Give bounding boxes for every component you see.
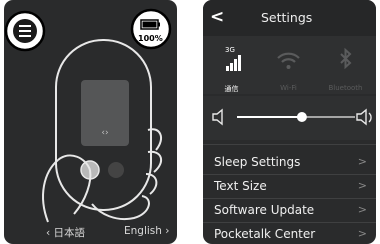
target-language-label: English: [124, 225, 162, 237]
page-title: Settings: [261, 10, 313, 25]
volume-low-icon: [212, 108, 223, 126]
target-language-button[interactable]: English ›: [124, 225, 169, 237]
divider: [203, 144, 376, 145]
source-language-label: 日本語: [53, 227, 86, 239]
cellular-label: 通信: [224, 85, 239, 93]
menu-item-label: Sleep Settings: [214, 155, 301, 169]
bluetooth-label: Bluetooth: [328, 84, 363, 92]
menu-item-pocketalk-center[interactable]: Pocketalk Center >: [203, 222, 376, 244]
volume-slider-knob: [296, 112, 307, 122]
battery-percent: 100%: [138, 34, 163, 43]
chevron-right-icon: >: [357, 227, 367, 240]
settings-screen: < Settings 3G 通信 Wi-Fi Bluetooth Sleep S…: [203, 0, 376, 244]
menu-item-sleep-settings[interactable]: Sleep Settings >: [203, 150, 376, 174]
svg-text:‹›: ‹›: [101, 128, 108, 138]
menu-item-label: Pocketalk Center: [214, 227, 316, 241]
bluetooth-icon: [340, 47, 352, 70]
volume-control: [203, 96, 376, 140]
connectivity-status: 3G 通信 Wi-Fi Bluetooth: [203, 36, 376, 94]
network-type-label: 3G: [225, 46, 235, 54]
menu-item-software-update[interactable]: Software Update >: [203, 198, 376, 222]
cellular-signal-icon: 3G: [225, 46, 241, 71]
volume-high-icon: [356, 108, 372, 126]
chevron-right-icon: >: [357, 179, 367, 192]
chevron-right-icon: >: [357, 155, 367, 168]
settings-header: < Settings: [203, 0, 376, 36]
wifi-status: Wi-Fi: [260, 36, 317, 92]
back-icon[interactable]: <: [210, 7, 224, 27]
bluetooth-status: Bluetooth: [317, 36, 374, 92]
wifi-label: Wi-Fi: [280, 84, 297, 92]
menu-item-text-size[interactable]: Text Size >: [203, 174, 376, 198]
menu-button[interactable]: [4, 10, 46, 52]
source-language-button[interactable]: ‹ 日本語: [46, 225, 85, 240]
language-bar: ‹ 日本語 English ›: [4, 218, 177, 244]
cellular-status: 3G 通信: [203, 36, 260, 93]
chevron-right-icon: >: [357, 203, 367, 216]
menu-item-label: Text Size: [214, 179, 267, 193]
battery-indicator: [130, 8, 172, 50]
wifi-icon: [277, 52, 300, 69]
menu-item-label: Software Update: [214, 203, 315, 217]
volume-slider[interactable]: [203, 96, 376, 140]
